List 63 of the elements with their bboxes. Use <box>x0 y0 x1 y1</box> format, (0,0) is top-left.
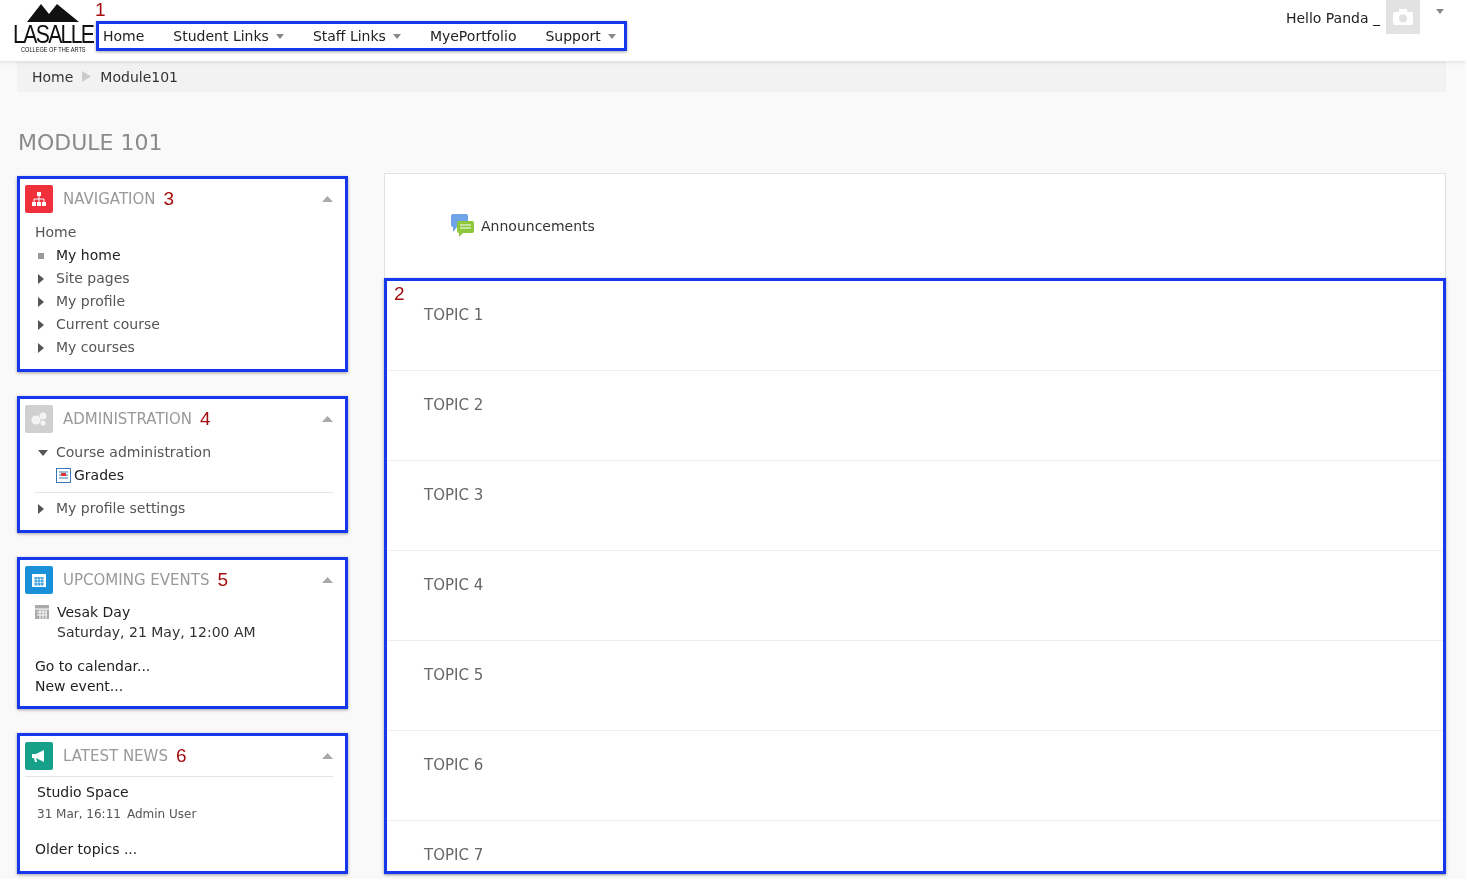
collapsed-arrow-icon[interactable] <box>38 503 44 514</box>
admin-link[interactable]: My profile settings <box>56 497 186 520</box>
bullet-icon <box>38 252 44 259</box>
block-title: UPCOMING EVENTS <box>63 571 210 589</box>
callout-number: 4 <box>200 408 211 430</box>
caret-icon <box>607 33 616 39</box>
topic-title: TOPIC 7 <box>424 846 484 864</box>
news-date: 31 Mar, 16:11 <box>37 806 121 823</box>
older-topics-link[interactable]: Older topics ... <box>35 838 333 861</box>
nav-link[interactable]: My courses <box>56 336 135 359</box>
page-title: MODULE 101 <box>18 129 164 157</box>
grades-icon <box>56 468 71 483</box>
callout-number: 5 <box>217 569 228 591</box>
menu-item[interactable]: Staff Links <box>312 28 401 44</box>
user-greeting[interactable]: Hello Panda _ <box>1285 10 1380 26</box>
breadcrumb-link[interactable]: Module101 <box>100 68 178 85</box>
calendar-link[interactable]: New event... <box>35 676 333 696</box>
caret-icon <box>1436 8 1444 14</box>
news-link[interactable]: Studio Space <box>35 781 333 804</box>
caret-icon <box>275 33 284 39</box>
calendar-link[interactable]: Go to calendar... <box>35 656 333 676</box>
sitemap-icon <box>25 185 53 213</box>
caret-icon <box>392 33 401 39</box>
breadcrumb-link[interactable]: Home <box>32 68 74 85</box>
topic-title: TOPIC 6 <box>424 756 484 774</box>
announcements-link[interactable]: Announcements <box>481 218 595 234</box>
topic-title: TOPIC 2 <box>424 396 484 414</box>
event-link[interactable]: Vesak Day <box>57 602 131 622</box>
nav-link[interactable]: My profile <box>56 290 126 313</box>
topic-title: TOPIC 1 <box>424 306 484 324</box>
megaphone-icon <box>25 742 53 770</box>
nav-link[interactable]: My home <box>56 244 121 267</box>
menu-item[interactable]: Student Links <box>173 28 284 44</box>
block-title: NAVIGATION <box>63 190 156 208</box>
admin-link[interactable]: Grades <box>74 464 124 487</box>
nav-link[interactable]: Current course <box>56 313 160 336</box>
callout-number: 2 <box>394 283 405 305</box>
topic-title: TOPIC 4 <box>424 576 484 594</box>
callout-number: 6 <box>175 745 187 767</box>
menu-item[interactable]: Home <box>103 28 145 44</box>
menu-item[interactable]: MyePortfolio <box>429 28 517 44</box>
calendar-icon <box>25 566 53 594</box>
separator-icon <box>82 71 92 82</box>
callout-number: 1 <box>95 0 106 21</box>
calendar-icon <box>35 605 49 619</box>
collapsed-arrow-icon[interactable] <box>38 342 44 353</box>
block-title: ADMINISTRATION <box>63 410 193 428</box>
block-title: LATEST NEWS <box>63 747 168 765</box>
admin-link[interactable]: Course administration <box>56 441 212 464</box>
menu-item[interactable]: Support <box>545 28 616 44</box>
forum-icon <box>451 214 475 238</box>
nav-link[interactable]: Site pages <box>56 267 130 290</box>
topic-title: TOPIC 5 <box>424 666 484 684</box>
topic-title: TOPIC 3 <box>424 486 484 504</box>
news-author: Admin User <box>126 806 197 823</box>
nav-link[interactable]: Home <box>35 221 333 244</box>
expanded-arrow-icon[interactable] <box>38 449 48 456</box>
callout-number: 3 <box>163 188 175 210</box>
event-date: Saturday, 21 May, 12:00 AM <box>56 623 257 642</box>
collapsed-arrow-icon[interactable] <box>38 273 44 284</box>
gears-icon <box>25 405 53 433</box>
collapsed-arrow-icon[interactable] <box>38 319 44 330</box>
collapsed-arrow-icon[interactable] <box>38 296 44 307</box>
